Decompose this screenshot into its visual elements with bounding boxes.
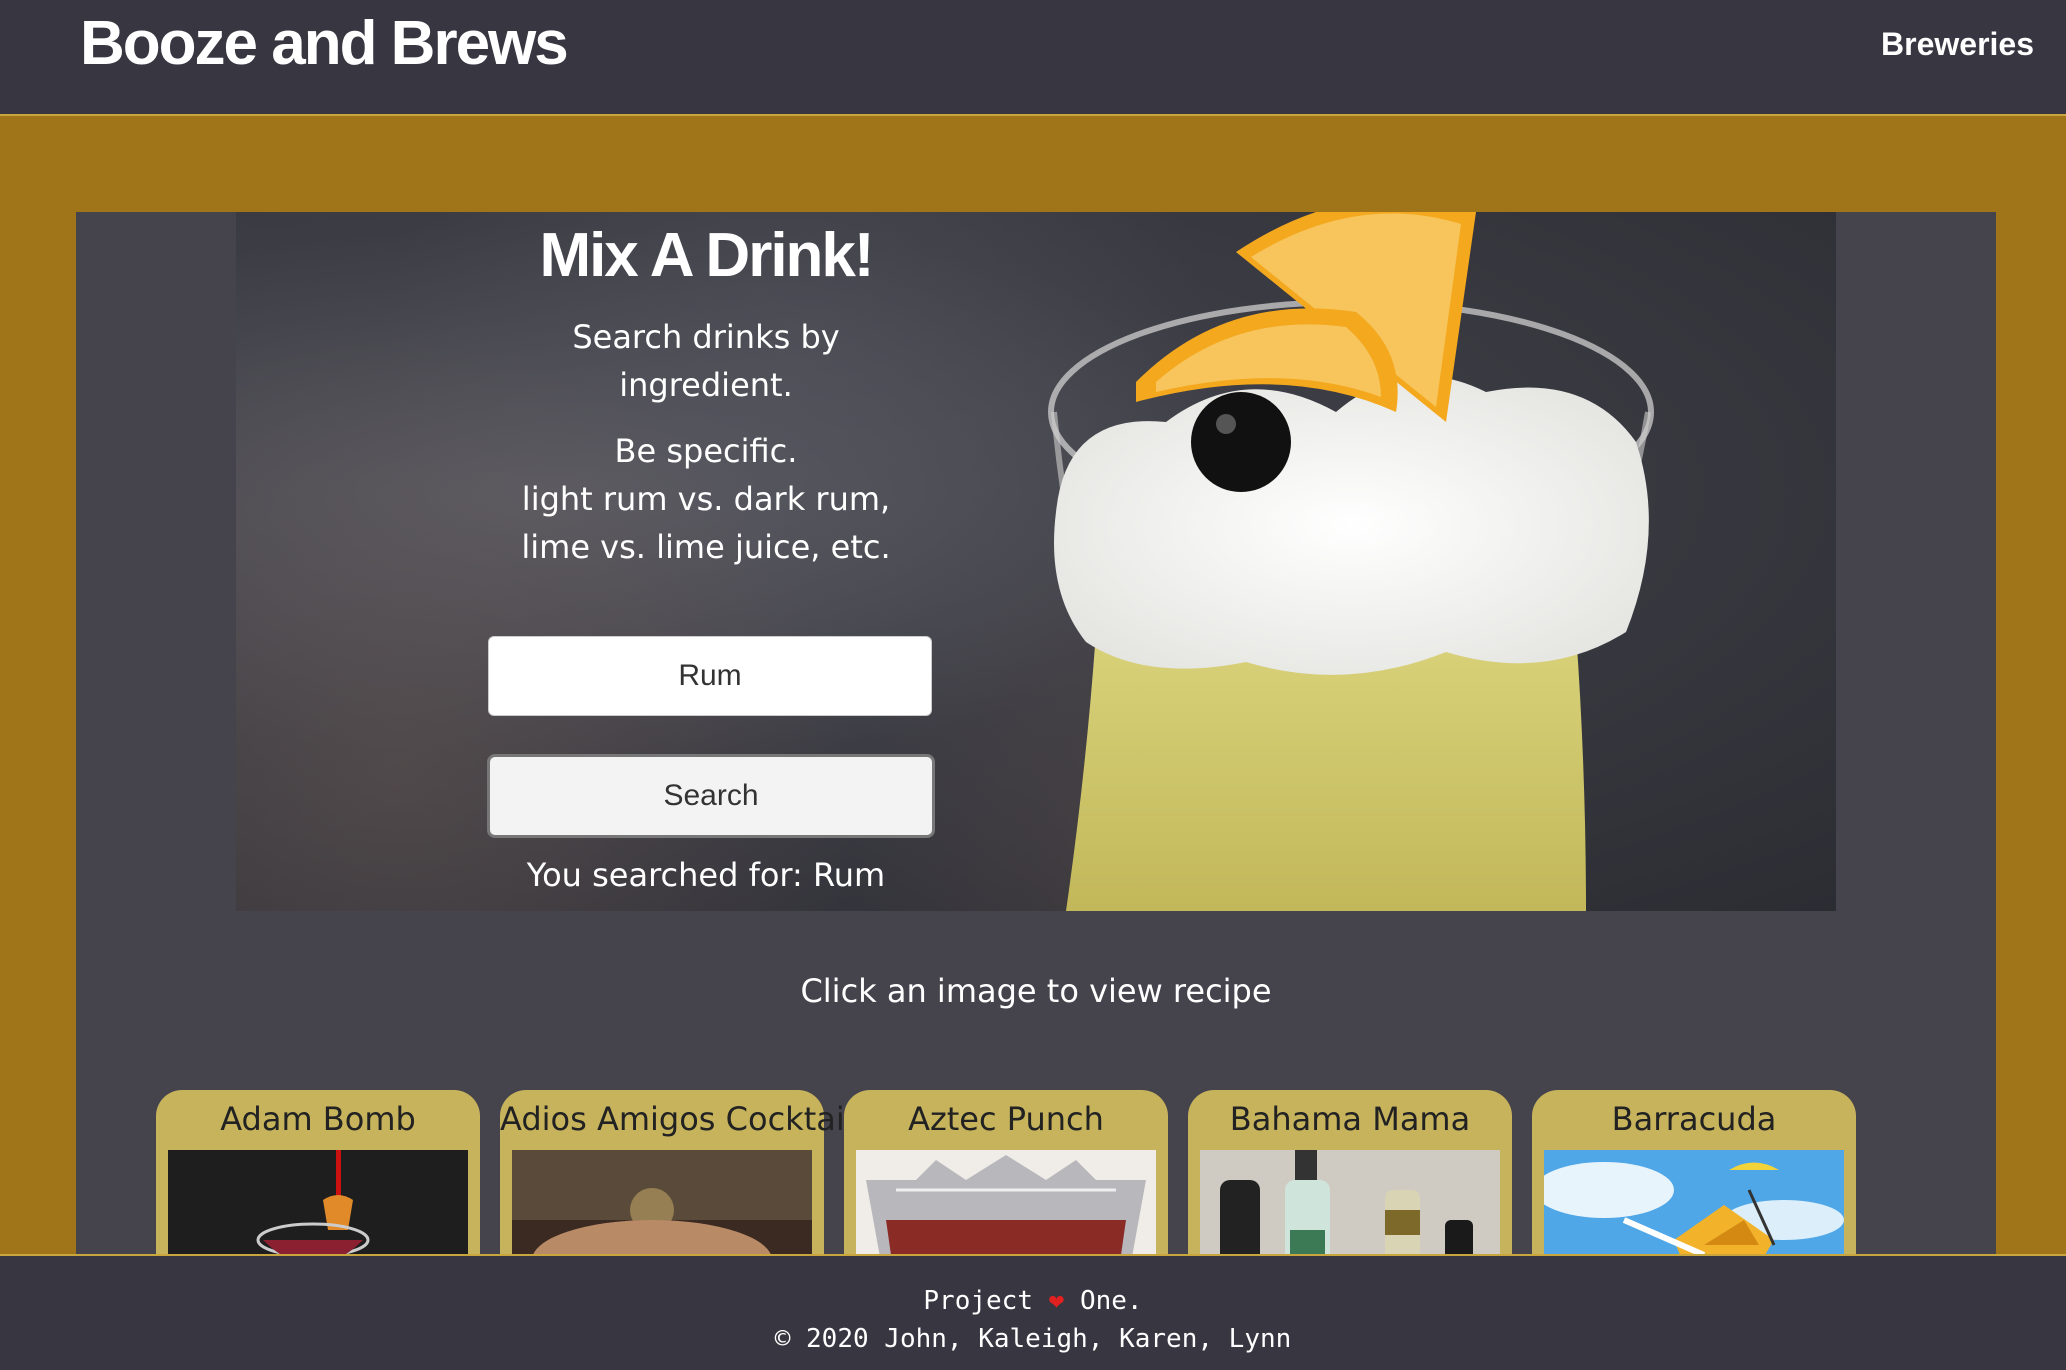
searched-for-text: You searched for: Rum bbox=[456, 856, 956, 894]
ingredient-search-input[interactable] bbox=[488, 636, 932, 716]
cocktail-image[interactable] bbox=[168, 1150, 468, 1254]
hero-note-line2: light rum vs. dark rum, bbox=[521, 480, 891, 518]
footer-copyright: © 2020 John, Kaleigh, Karen, Lynn bbox=[774, 1324, 1292, 1354]
drink-card-title[interactable]: Aztec Punch bbox=[844, 1100, 1168, 1138]
heart-icon: ❤ bbox=[1048, 1286, 1065, 1316]
hero-subtitle-line1: Search drinks by bbox=[572, 318, 840, 356]
drink-card[interactable]: Adios Amigos Cocktail bbox=[500, 1090, 854, 1254]
punch-bowl-image[interactable] bbox=[856, 1150, 1156, 1254]
drink-card[interactable]: Aztec Punch bbox=[844, 1090, 1168, 1254]
drink-card[interactable]: Adam Bomb bbox=[156, 1090, 480, 1254]
searched-for-value: Rum bbox=[812, 856, 886, 894]
drink-card[interactable]: Bahama Mama bbox=[1188, 1090, 1512, 1254]
nav-breweries-link[interactable]: Breweries bbox=[1881, 26, 2034, 63]
site-header: Booze and Brews Breweries bbox=[0, 0, 2066, 116]
main-panel: Mix A Drink! Search drinks by ingredient… bbox=[76, 212, 1996, 1254]
click-hint: Click an image to view recipe bbox=[800, 972, 1272, 1010]
cocktail-image[interactable] bbox=[512, 1150, 812, 1254]
drink-card[interactable]: Barracuda bbox=[1532, 1090, 1856, 1254]
site-footer: Project ❤ One. © 2020 John, Kaleigh, Kar… bbox=[0, 1254, 2066, 1370]
drink-card-title[interactable]: Barracuda bbox=[1532, 1100, 1856, 1138]
hero-note: Be specific. light rum vs. dark rum, lim… bbox=[456, 427, 956, 571]
hero-text-block: Mix A Drink! Search drinks by ingredient… bbox=[456, 212, 956, 571]
drink-card-title[interactable]: Adios Amigos Cocktail bbox=[500, 1100, 854, 1138]
drink-card-title[interactable]: Adam Bomb bbox=[156, 1100, 480, 1138]
hero-section: Mix A Drink! Search drinks by ingredient… bbox=[236, 212, 1836, 911]
searched-for-label: You searched for: bbox=[526, 856, 813, 894]
footer-project-text: Project bbox=[923, 1286, 1049, 1316]
cocktail-hero-image bbox=[1048, 212, 1654, 911]
hero-note-line1: Be specific. bbox=[614, 432, 798, 470]
brand-logo[interactable]: Booze and Brews bbox=[80, 8, 569, 79]
footer-one-text: One. bbox=[1064, 1286, 1143, 1316]
drink-card-title[interactable]: Bahama Mama bbox=[1188, 1100, 1512, 1138]
tropical-drink-image[interactable] bbox=[1544, 1150, 1844, 1254]
hero-subtitle-line2: ingredient. bbox=[619, 366, 793, 404]
hero-subtitle: Search drinks by ingredient. bbox=[456, 313, 956, 409]
page-title: Mix A Drink! bbox=[539, 221, 874, 290]
hero-note-line3: lime vs. lime juice, etc. bbox=[521, 528, 891, 566]
footer-credit: Project ❤ One. bbox=[0, 1286, 2066, 1316]
bottles-image[interactable] bbox=[1200, 1150, 1500, 1254]
drink-results: Adam Bomb Adios Amigos Cocktail Aztec Pu… bbox=[156, 1090, 1916, 1254]
search-button[interactable]: Search bbox=[487, 754, 935, 838]
